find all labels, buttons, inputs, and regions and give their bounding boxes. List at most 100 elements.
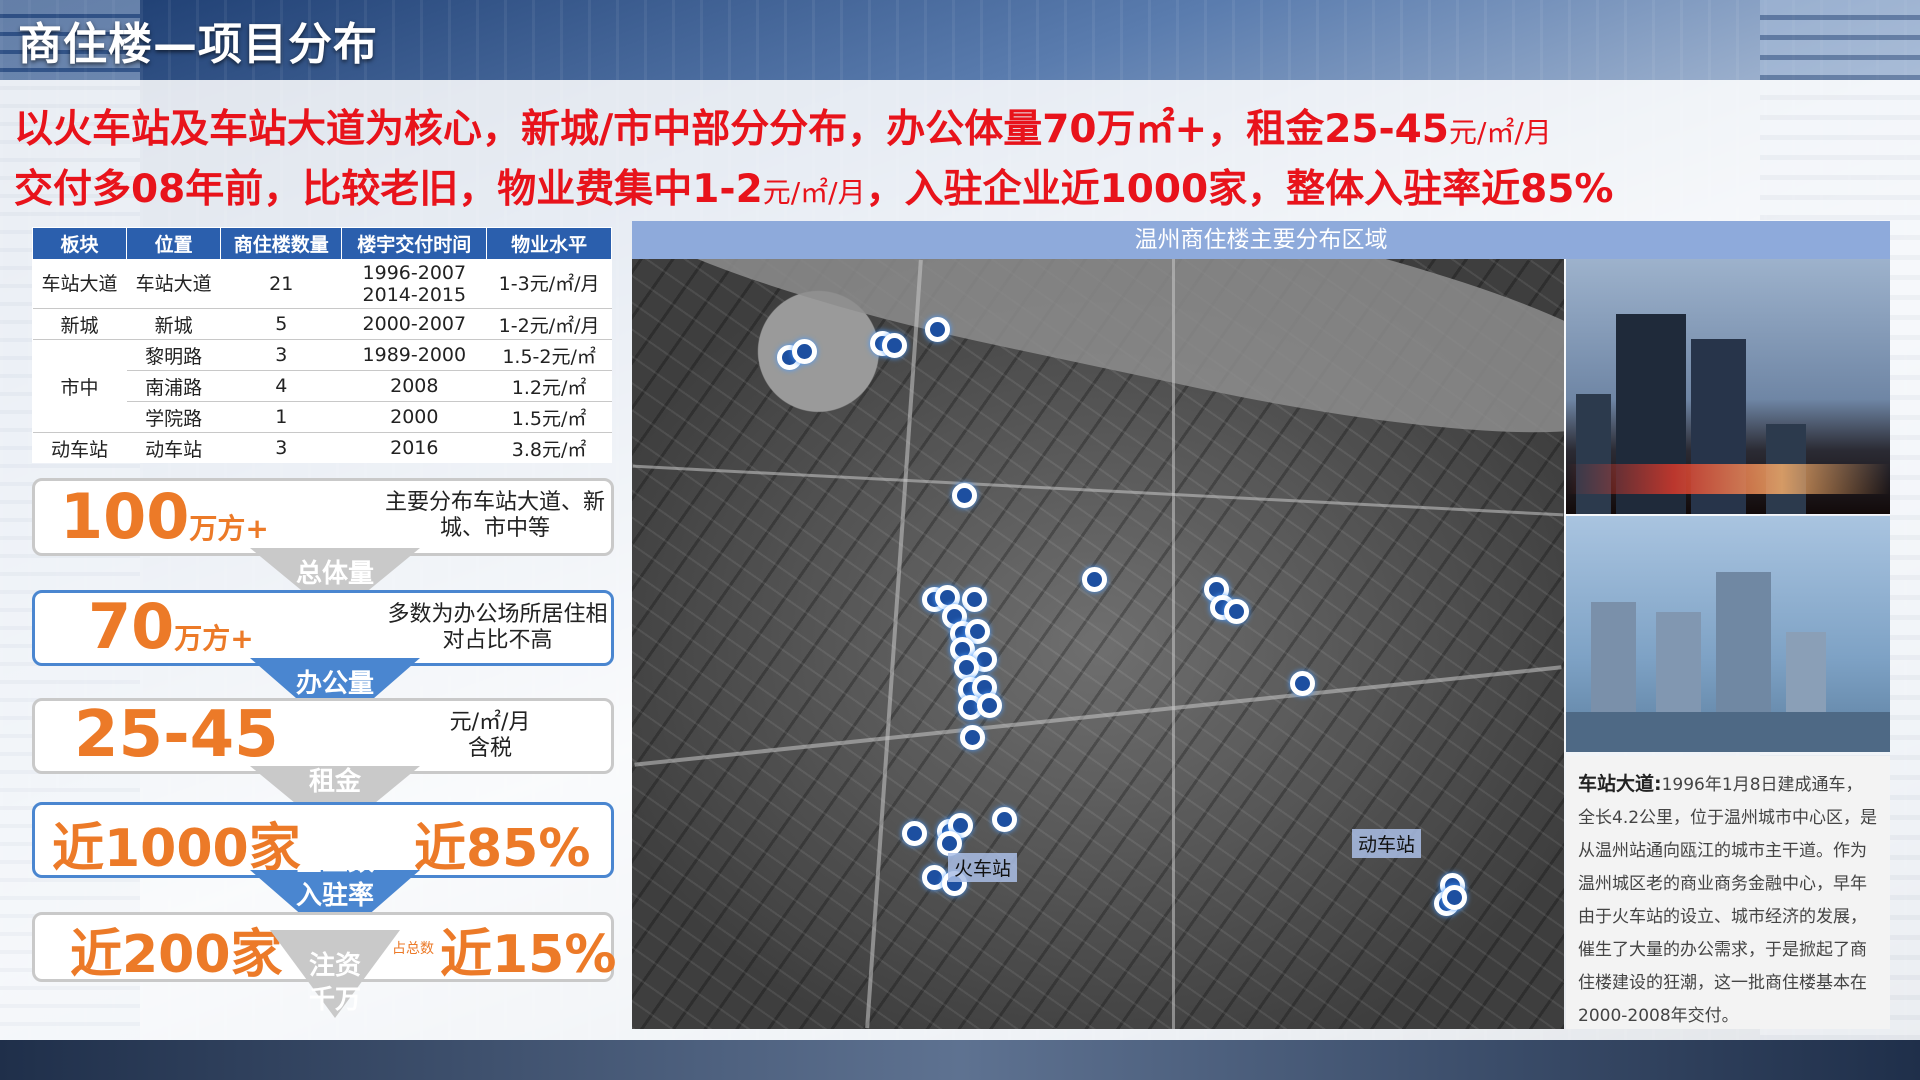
location-pin[interactable] <box>992 807 1017 832</box>
table-cell: 动车站 <box>126 432 221 463</box>
map-label-train-station: 火车站 <box>948 853 1018 882</box>
table-cell: 3 <box>220 432 342 463</box>
table-cell: 南浦路 <box>126 370 221 402</box>
tag-occupancy: 入驻率 <box>295 881 374 911</box>
location-pin[interactable] <box>960 725 985 750</box>
tag-invest-2: 千万 <box>308 985 361 1015</box>
rent-tax: 含税 <box>467 736 512 761</box>
map-road <box>1172 259 1175 1029</box>
headline-line-1: 以火车站及车站大道为核心，新城/市中部分分布，办公体量70万㎡+，租金25-45… <box>14 98 1552 154</box>
photo-city-buildings <box>1566 516 1890 752</box>
location-pin[interactable] <box>1224 599 1249 624</box>
office-volume-value: 70 <box>88 590 175 663</box>
table-cell: 1989-2000 <box>341 339 487 371</box>
table-cell: 学院路 <box>126 401 221 433</box>
table-cell: 3.8元/㎡ <box>486 432 612 463</box>
table-cell: 1-3元/㎡/月 <box>486 259 612 309</box>
headline-2-part2: ，入驻企业近1000家，整体入驻率近85% <box>865 167 1614 212</box>
headline-1-unit: 元/㎡/月 <box>1448 116 1552 149</box>
location-pin[interactable] <box>1290 671 1315 696</box>
table-cell: 5 <box>220 308 342 340</box>
table-row: 市中 黎明路 3 1989-2000 1.5-2元/㎡ <box>32 339 612 433</box>
table-header: 物业水平 <box>486 227 612 260</box>
table-cell: 2000 <box>341 401 487 433</box>
table-cell: 新城 <box>32 308 127 340</box>
location-pin[interactable] <box>882 333 907 358</box>
tag-rent: 租金 <box>308 767 361 797</box>
table-cell: 3 <box>220 339 342 371</box>
occupancy-rate: 近85% <box>414 819 591 879</box>
photo-light-trails <box>1566 464 1890 494</box>
table-header: 板块 <box>31 227 128 260</box>
caption-heading: 车站大道: <box>1578 773 1662 795</box>
photo-building <box>1576 394 1611 514</box>
project-table: 板块 位置 商住楼数量 楼宇交付时间 物业水平 车站大道 车站大道 21 199… <box>31 227 612 463</box>
map-road <box>632 464 1564 517</box>
map-river <box>632 259 1564 477</box>
tag-office-volume: 办公量 <box>295 669 374 699</box>
headline-2-unit: 元/㎡/月 <box>762 176 866 209</box>
table-cell: 1.2元/㎡ <box>486 370 612 402</box>
caption-text: 1996年1月8日建成通车，全长4.2公里，位于温州城市中心区，是从温州站通向瓯… <box>1578 775 1878 1026</box>
headline-2-part1: 交付多08年前，比较老旧，物业费集中1-2 <box>14 167 763 212</box>
invest-company-count: 近200家 <box>70 925 283 985</box>
location-pin[interactable] <box>902 821 927 846</box>
table-row: 车站大道 车站大道 21 1996-2007 2014-2015 1-3元/㎡/… <box>32 259 612 309</box>
office-volume-unit: 万方+ <box>174 622 254 655</box>
location-pin[interactable] <box>792 339 817 364</box>
location-pin[interactable] <box>925 317 950 342</box>
table-cell: 21 <box>220 259 342 309</box>
table-cell: 市中 <box>32 339 127 433</box>
total-volume-value: 100 <box>60 480 190 553</box>
page-title: 商住楼—项目分布 <box>18 19 378 70</box>
headline-line-2: 交付多08年前，比较老旧，物业费集中1-2元/㎡/月，入驻企业近1000家，整体… <box>14 158 1614 214</box>
table-cell: 4 <box>220 370 342 402</box>
map-title: 温州商住楼主要分布区域 <box>632 221 1890 259</box>
table-cell: 2016 <box>341 432 487 463</box>
table-cell: 车站大道 <box>32 259 127 309</box>
total-volume-unit: 万方+ <box>189 512 269 545</box>
invest-percent: 近15% <box>440 925 617 985</box>
office-volume-number: 70万方+ <box>88 590 254 663</box>
table-cell: 黎明路 <box>126 339 221 371</box>
table-cell: 1996-2007 2014-2015 <box>341 259 487 309</box>
table-header: 位置 <box>126 227 222 260</box>
map-road <box>634 665 1562 767</box>
table-cell: 动车站 <box>32 432 127 463</box>
map-road <box>865 259 923 1029</box>
office-volume-desc: 多数为办公场所居住相对占比不高 <box>387 602 608 653</box>
table-row: 动车站 动车站 3 2016 3.8元/㎡ <box>32 432 612 463</box>
table-cell: 1.5元/㎡ <box>486 401 612 433</box>
tag-invest-1: 注资 <box>308 951 361 981</box>
tag-company: 企业数 <box>295 847 374 877</box>
table-cell: 2008 <box>341 370 487 402</box>
table-header-row: 板块 位置 商住楼数量 楼宇交付时间 物业水平 <box>31 227 612 260</box>
table-cell: 车站大道 <box>126 259 221 309</box>
table-header: 商住楼数量 <box>220 227 343 260</box>
location-pin[interactable] <box>1442 885 1467 910</box>
tag-total-volume: 总体量 <box>295 559 374 589</box>
location-pin[interactable] <box>1082 567 1107 592</box>
table-cell: 新城 <box>126 308 221 340</box>
bottom-strip <box>0 1040 1920 1080</box>
table-cell: 1.5-2元/㎡ <box>486 339 612 371</box>
station-avenue-caption: 车站大道:1996年1月8日建成通车，全长4.2公里，位于温州城市中心区，是从温… <box>1566 756 1890 1029</box>
location-pin[interactable] <box>954 655 979 680</box>
table-header: 楼宇交付时间 <box>341 227 488 260</box>
map-label-bullet-station: 动车站 <box>1352 829 1422 858</box>
rent-unit: 元/㎡/月 <box>449 710 531 735</box>
location-pin[interactable] <box>962 587 987 612</box>
total-volume-number: 100万方+ <box>60 480 269 553</box>
location-pin[interactable] <box>952 483 977 508</box>
photo-street <box>1566 712 1890 752</box>
table-cell: 1 <box>220 401 342 433</box>
table-row: 新城 新城 5 2000-2007 1-2元/㎡/月 <box>32 308 612 340</box>
rent-number: 25-45 <box>74 698 279 772</box>
table-cell: 1-2元/㎡/月 <box>486 308 612 340</box>
photo-station-avenue-night <box>1566 259 1890 514</box>
distribution-map: 火车站 动车站 <box>632 259 1564 1029</box>
table-cell: 2000-2007 <box>341 308 487 340</box>
location-pin[interactable] <box>977 693 1002 718</box>
headline-1-main: 以火车站及车站大道为核心，新城/市中部分分布，办公体量70万㎡+，租金25-45 <box>14 107 1449 152</box>
total-volume-desc: 主要分布车站大道、新城、市中等 <box>384 490 605 541</box>
